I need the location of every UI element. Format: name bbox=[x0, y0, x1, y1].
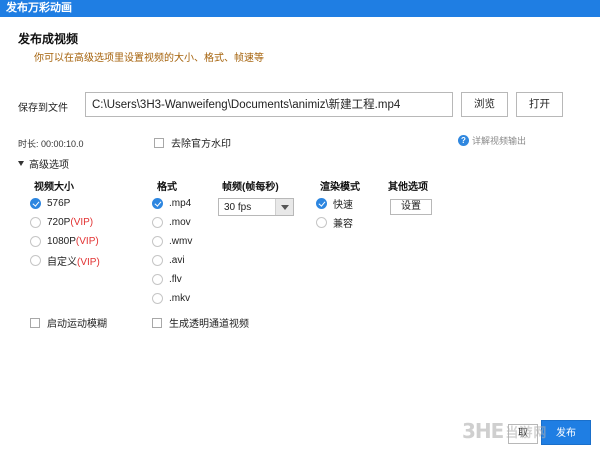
alpha-channel-checkbox[interactable] bbox=[152, 317, 162, 328]
radio-icon[interactable] bbox=[152, 273, 163, 285]
radio-selected-icon[interactable] bbox=[30, 197, 41, 209]
frame-rate-heading: 帧频(帧每秒) bbox=[222, 182, 279, 193]
alpha-channel-option[interactable]: 生成透明通道视频 bbox=[152, 315, 249, 330]
frame-rate-value: 30 fps bbox=[224, 202, 252, 213]
vip-tag: (VIP) bbox=[75, 235, 99, 247]
format-label: .flv bbox=[169, 273, 182, 285]
format-heading: 格式 bbox=[157, 182, 177, 193]
video-size-option-720p[interactable]: 720P(VIP) bbox=[30, 213, 93, 231]
format-label: .mov bbox=[169, 216, 191, 228]
browse-button[interactable]: 浏览 bbox=[461, 92, 508, 117]
cancel-button[interactable]: 取 bbox=[508, 424, 538, 444]
question-circle-icon: ? bbox=[458, 135, 469, 146]
vip-tag: (VIP) bbox=[77, 256, 100, 268]
page-title: 发布成视频 bbox=[18, 32, 79, 46]
remove-watermark-checkbox[interactable] bbox=[154, 137, 164, 148]
hint-text: 你可以在高级选项里设置视频的大小、格式、帧速等 bbox=[34, 53, 264, 64]
format-option-wmv[interactable]: .wmv bbox=[152, 232, 192, 250]
radio-icon[interactable] bbox=[30, 254, 41, 266]
format-option-avi[interactable]: .avi bbox=[152, 251, 185, 269]
video-size-label: 720P bbox=[47, 216, 71, 228]
publish-button[interactable]: 发布 bbox=[541, 420, 591, 445]
video-output-help-link[interactable]: ? 详解视频输出 bbox=[458, 134, 526, 147]
dropdown-arrow-icon[interactable] bbox=[275, 199, 293, 215]
video-size-option-576p[interactable]: 576P bbox=[30, 194, 70, 212]
format-option-flv[interactable]: .flv bbox=[152, 270, 182, 288]
format-label: .wmv bbox=[169, 235, 193, 247]
save-to-file-label: 保存到文件 bbox=[18, 103, 68, 114]
other-options-heading: 其他选项 bbox=[388, 182, 428, 193]
motion-blur-checkbox[interactable] bbox=[30, 317, 40, 328]
video-size-heading: 视频大小 bbox=[34, 182, 74, 193]
radio-icon[interactable] bbox=[30, 235, 41, 247]
help-link-text: 详解视频输出 bbox=[472, 136, 527, 146]
output-path-field[interactable]: C:\Users\3H3-Wanweifeng\Documents\animiz… bbox=[85, 92, 453, 117]
advanced-options-label: 高级选项 bbox=[29, 160, 69, 171]
radio-selected-icon[interactable] bbox=[316, 197, 327, 209]
render-mode-option-compatible[interactable]: 兼容 bbox=[316, 213, 353, 231]
caret-down-icon bbox=[18, 161, 24, 166]
motion-blur-label: 启动运动模糊 bbox=[47, 319, 107, 330]
open-button[interactable]: 打开 bbox=[516, 92, 563, 117]
radio-icon[interactable] bbox=[152, 292, 163, 304]
radio-icon[interactable] bbox=[152, 254, 163, 266]
window-title: 发布万彩动画 bbox=[6, 2, 72, 14]
duration-text: 时长: 00:00:10.0 bbox=[18, 139, 84, 149]
remove-watermark-label: 去除官方水印 bbox=[171, 139, 231, 150]
radio-icon[interactable] bbox=[30, 216, 41, 228]
settings-button[interactable]: 设置 bbox=[390, 199, 432, 215]
site-logo-mark: 3HE bbox=[462, 419, 504, 443]
frame-rate-select[interactable]: 30 fps bbox=[218, 198, 294, 216]
radio-icon[interactable] bbox=[152, 235, 163, 247]
vip-tag: (VIP) bbox=[70, 216, 94, 228]
remove-watermark-option[interactable]: 去除官方水印 bbox=[154, 135, 231, 150]
render-mode-option-fast[interactable]: 快速 bbox=[316, 194, 353, 212]
render-mode-label: 快速 bbox=[333, 199, 353, 211]
video-size-option-1080p[interactable]: 1080P(VIP) bbox=[30, 232, 99, 250]
render-mode-label: 兼容 bbox=[333, 218, 353, 230]
radio-selected-icon[interactable] bbox=[152, 197, 163, 209]
format-label: .avi bbox=[169, 254, 185, 266]
video-size-label: 576P bbox=[47, 197, 71, 209]
video-size-label: 自定义 bbox=[47, 256, 77, 268]
video-size-label: 1080P bbox=[47, 235, 76, 247]
motion-blur-option[interactable]: 启动运动模糊 bbox=[30, 315, 107, 330]
render-mode-heading: 渲染模式 bbox=[320, 182, 360, 193]
format-label: .mkv bbox=[169, 292, 191, 304]
advanced-options-toggle[interactable]: 高级选项 bbox=[18, 156, 69, 171]
video-size-option-custom[interactable]: 自定义(VIP) bbox=[30, 251, 100, 269]
radio-icon[interactable] bbox=[316, 216, 327, 228]
title-bar: 发布万彩动画 bbox=[0, 0, 600, 17]
format-option-mov[interactable]: .mov bbox=[152, 213, 191, 231]
radio-icon[interactable] bbox=[152, 216, 163, 228]
format-option-mp4[interactable]: .mp4 bbox=[152, 194, 191, 212]
format-label: .mp4 bbox=[169, 197, 192, 209]
alpha-channel-label: 生成透明通道视频 bbox=[169, 319, 249, 330]
format-option-mkv[interactable]: .mkv bbox=[152, 289, 190, 307]
